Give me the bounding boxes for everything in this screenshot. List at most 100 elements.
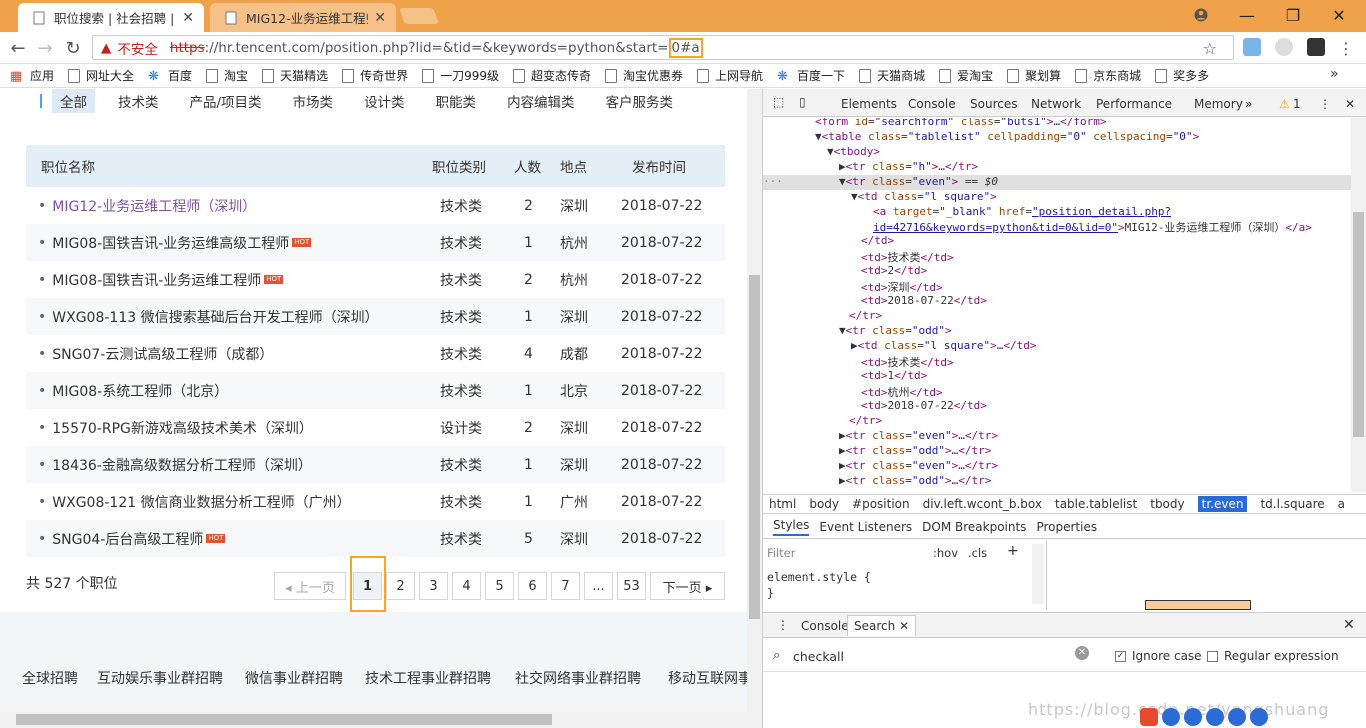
- prev-page-button[interactable]: ◂ 上一页: [274, 572, 346, 600]
- bookmark-item[interactable]: ▦ 应用: [10, 67, 54, 84]
- address-bar[interactable]: ▲ 不安全 https ://hr.tencent.com/position.p…: [92, 35, 1234, 60]
- minimize-icon[interactable]: —: [1224, 0, 1270, 30]
- dom-breadcrumb[interactable]: a: [1338, 497, 1345, 511]
- menu-icon[interactable]: ⋮: [777, 618, 789, 632]
- sidebar-tab[interactable]: Styles: [773, 518, 810, 536]
- sidebar-tab[interactable]: Properties: [1036, 520, 1097, 534]
- extension-icon[interactable]: [1243, 38, 1261, 56]
- dom-breadcrumb[interactable]: td.l.square: [1260, 497, 1324, 511]
- tab-performance[interactable]: Performance: [1096, 97, 1172, 111]
- dom-breadcrumb[interactable]: tr.even: [1197, 496, 1248, 512]
- bookmark-item[interactable]: 天猫商城: [859, 67, 925, 84]
- tray-icon[interactable]: [1184, 708, 1202, 726]
- tray-icon[interactable]: [1250, 708, 1268, 726]
- job-name-cell[interactable]: • MIG12-业务运维工程师（深圳）: [38, 187, 256, 224]
- job-name-cell[interactable]: • 15570-RPG新游戏高级技术美术（深圳）: [38, 409, 313, 446]
- add-rule-icon[interactable]: +: [1007, 543, 1019, 559]
- search-input[interactable]: checkall: [793, 649, 844, 664]
- bookmark-item[interactable]: ❋ 百度: [148, 67, 192, 84]
- close-icon[interactable]: ✕: [182, 10, 194, 26]
- sidebar-tab[interactable]: Event Listeners: [819, 520, 912, 534]
- tray-icon[interactable]: [1228, 708, 1246, 726]
- bookmark-item[interactable]: 奖多多: [1155, 67, 1209, 84]
- tab-active[interactable]: 职位搜索 | 社会招聘 | Ten ✕: [18, 3, 204, 32]
- page-button[interactable]: 53: [617, 572, 646, 600]
- page-button[interactable]: 3: [419, 572, 448, 600]
- job-name-cell[interactable]: • SNG04-后台高级工程师 HOT: [38, 520, 226, 557]
- dom-breadcrumb[interactable]: body: [809, 497, 839, 511]
- job-name-cell[interactable]: • WXG08-121 微信商业数据分析工程师（广州）: [38, 483, 351, 520]
- bookmark-item[interactable]: 淘宝: [206, 67, 248, 84]
- footer-link[interactable]: 全球招聘: [22, 668, 78, 688]
- cls-toggle[interactable]: .cls: [968, 546, 987, 560]
- drawer-tab-console[interactable]: Console: [801, 619, 849, 633]
- category-tab[interactable]: 职能类: [428, 89, 485, 113]
- extension-icon[interactable]: [1307, 38, 1325, 56]
- dom-breadcrumb[interactable]: tbody: [1150, 497, 1184, 511]
- close-window-icon[interactable]: ✕: [1316, 0, 1362, 30]
- close-icon[interactable]: ✕: [899, 619, 909, 633]
- tab-elements[interactable]: Elements: [841, 97, 897, 111]
- close-icon[interactable]: ✕: [374, 10, 386, 26]
- job-link[interactable]: MIG08-国铁吉讯-业务运维高级工程师: [52, 233, 289, 253]
- bookmark-item[interactable]: 超变态传奇: [513, 67, 591, 84]
- menu-icon[interactable]: ⋮: [1319, 97, 1331, 111]
- regex-checkbox[interactable]: Regular expression: [1207, 649, 1339, 663]
- page-button[interactable]: 4: [452, 572, 481, 600]
- dom-breadcrumb[interactable]: html: [769, 497, 796, 511]
- tab-network[interactable]: Network: [1031, 97, 1081, 111]
- footer-link[interactable]: 微信事业群招聘: [245, 668, 343, 688]
- tray-icon[interactable]: [1162, 708, 1180, 726]
- star-icon[interactable]: ☆: [1203, 39, 1217, 58]
- footer-link[interactable]: 互动娱乐事业群招聘: [97, 668, 223, 688]
- bookmark-item[interactable]: 传奇世界: [342, 67, 408, 84]
- tab-inactive[interactable]: MIG12-业务运维工程师 ✕: [210, 3, 396, 32]
- bookmark-item[interactable]: 上网导航: [697, 67, 763, 84]
- category-tab[interactable]: 产品/项目类: [182, 89, 270, 113]
- bookmark-item[interactable]: 京东商城: [1075, 67, 1141, 84]
- dom-breadcrumb[interactable]: div.left.wcont_b.box: [923, 497, 1042, 511]
- dom-scroll-thumb[interactable]: [1353, 212, 1364, 437]
- bookmark-item[interactable]: ❋ 百度一下: [777, 67, 845, 84]
- category-tab[interactable]: 设计类: [356, 89, 413, 113]
- job-link[interactable]: 15570-RPG新游戏高级技术美术（深圳）: [52, 418, 313, 438]
- bookmark-item[interactable]: 天猫精选: [262, 67, 328, 84]
- tray-icon[interactable]: [1206, 708, 1224, 726]
- job-link[interactable]: MIG12-业务运维工程师（深圳）: [52, 196, 256, 216]
- job-link[interactable]: MIG08-国铁吉讯-业务运维工程师: [52, 270, 261, 290]
- bookmarks-more[interactable]: »: [1330, 66, 1339, 82]
- footer-link[interactable]: 移动互联网事: [668, 668, 752, 688]
- category-tab[interactable]: 市场类: [285, 89, 342, 113]
- page-button[interactable]: 2: [386, 572, 415, 600]
- tab-console[interactable]: Console: [908, 97, 956, 111]
- page-button[interactable]: 7: [551, 572, 580, 600]
- footer-link[interactable]: 技术工程事业群招聘: [365, 668, 491, 688]
- dom-tree[interactable]: <form id="searchform" class="buts1">…</f…: [763, 118, 1351, 492]
- dom-breadcrumb[interactable]: table.tablelist: [1055, 497, 1137, 511]
- bookmark-item[interactable]: 网址大全: [68, 67, 134, 84]
- page-scroll-thumb[interactable]: [749, 275, 760, 619]
- menu-icon[interactable]: ⋮: [1334, 36, 1358, 60]
- bookmark-item[interactable]: 爱淘宝: [939, 67, 993, 84]
- sidebar-tab[interactable]: DOM Breakpoints: [922, 520, 1026, 534]
- footer-link[interactable]: 社交网络事业群招聘: [515, 668, 641, 688]
- account-icon[interactable]: [1178, 0, 1224, 30]
- next-page-button[interactable]: 下一页 ▸: [650, 572, 725, 600]
- reload-icon[interactable]: ↻: [61, 36, 85, 60]
- close-drawer-icon[interactable]: ✕: [1343, 617, 1355, 633]
- dom-breadcrumb[interactable]: #position: [852, 497, 910, 511]
- bookmark-item[interactable]: 一刀999级: [422, 67, 499, 84]
- extension-icon[interactable]: [1275, 38, 1293, 56]
- page-button[interactable]: ...: [584, 572, 613, 600]
- page-button[interactable]: 6: [518, 572, 547, 600]
- job-name-cell[interactable]: • SNG07-云测试高级工程师（成都）: [38, 335, 273, 372]
- category-tab[interactable]: 全部: [52, 89, 95, 113]
- job-link[interactable]: SNG07-云测试高级工程师（成都）: [52, 344, 273, 364]
- job-name-cell[interactable]: • MIG08-国铁吉讯-业务运维高级工程师 HOT: [38, 224, 312, 261]
- device-icon[interactable]: ▯: [799, 95, 806, 109]
- restore-icon[interactable]: ❐: [1270, 0, 1316, 30]
- category-tab[interactable]: 技术类: [110, 89, 167, 113]
- inspect-icon[interactable]: ⬚: [773, 95, 784, 109]
- job-name-cell[interactable]: • MIG08-系统工程师（北京）: [38, 372, 228, 409]
- drawer-tab-search[interactable]: Search ✕: [847, 615, 917, 636]
